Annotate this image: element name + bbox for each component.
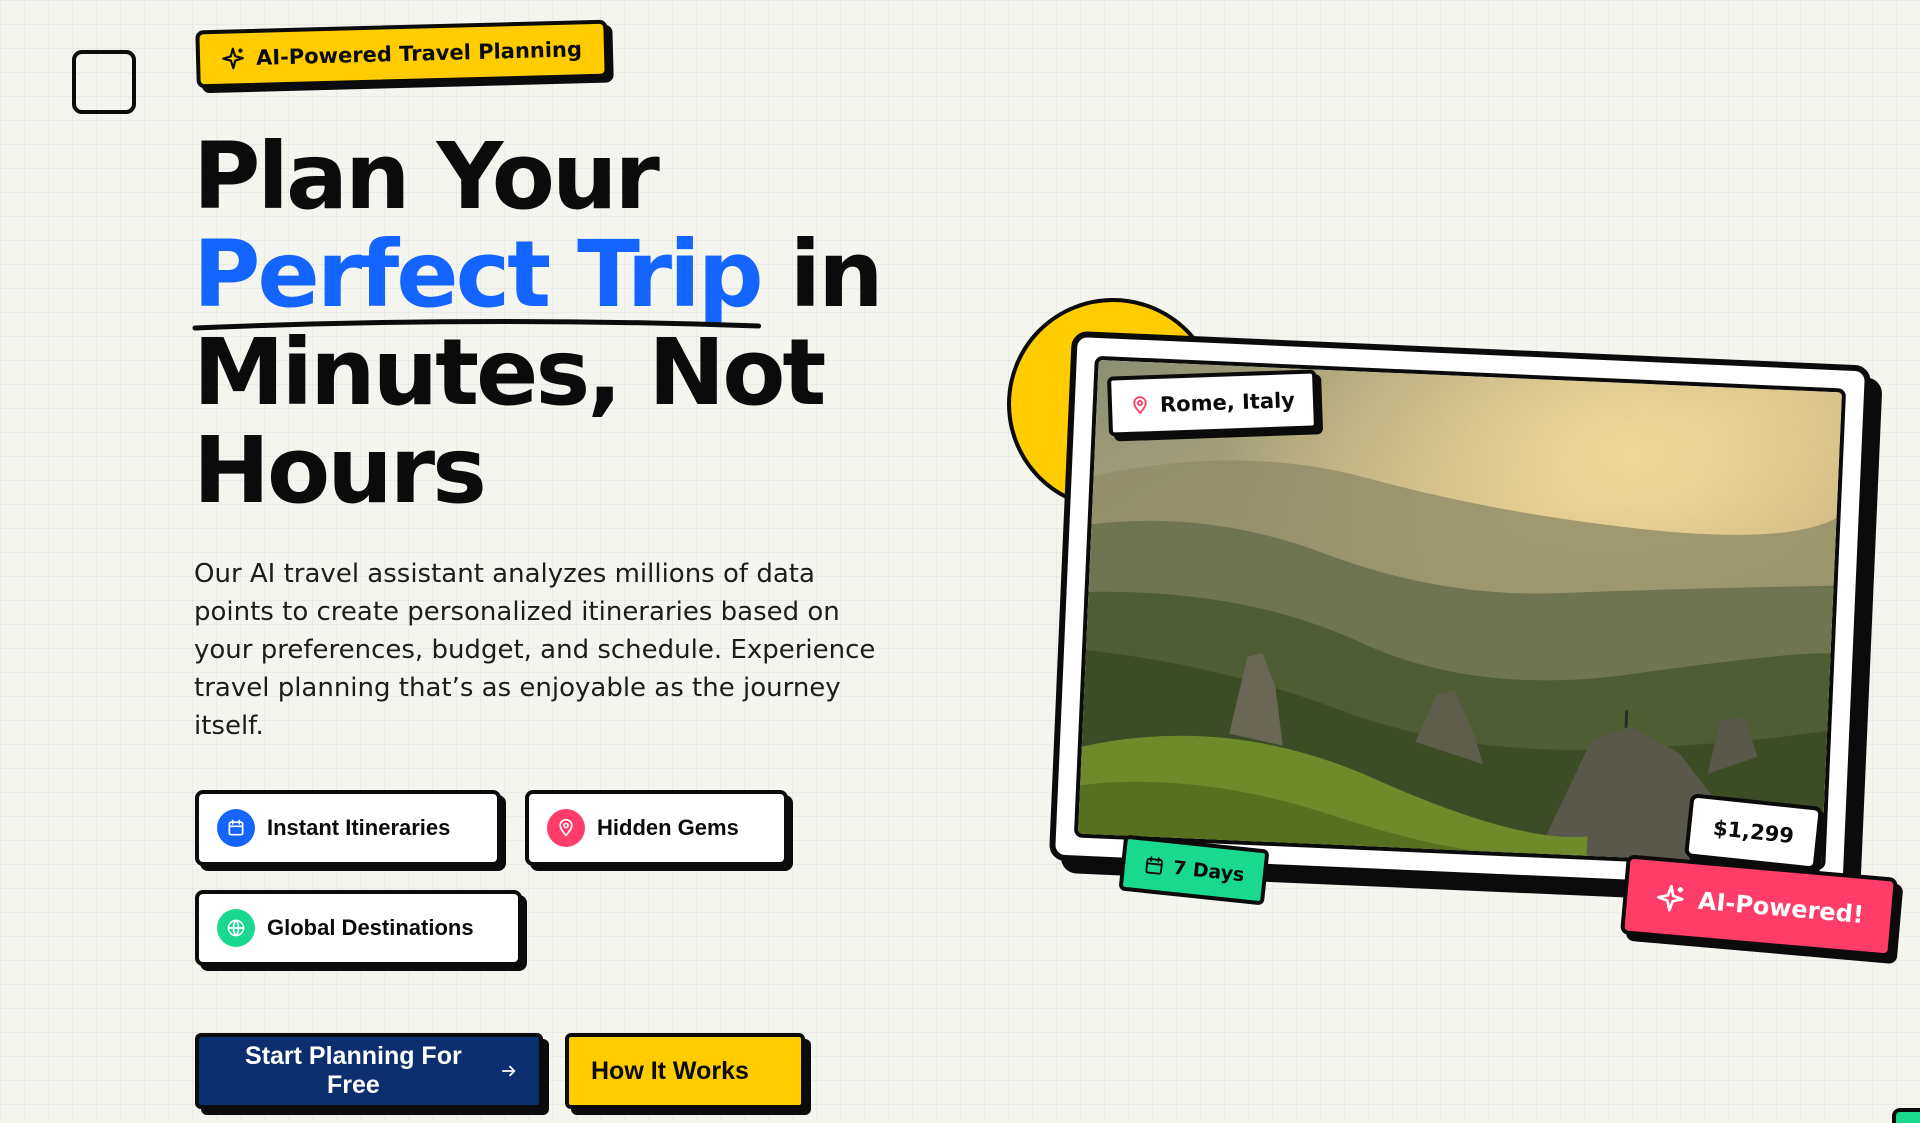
price-badge: $1,299 [1684, 793, 1824, 871]
price-label: $1,299 [1711, 815, 1796, 849]
location-badge: Rome, Italy [1107, 369, 1318, 437]
ai-powered-label: AI-Powered! [1696, 886, 1865, 930]
feature-instant-itineraries: Instant Itineraries [195, 790, 501, 866]
sparkle-icon [1656, 884, 1684, 912]
globe-icon [217, 909, 255, 947]
headline-accent: Perfect Trip [192, 226, 764, 331]
arrow-right-icon [501, 1065, 516, 1077]
calendar-icon [1145, 856, 1163, 875]
how-it-works-label: How It Works [591, 1056, 749, 1085]
feature-label: Hidden Gems [597, 815, 739, 840]
feature-global-destinations: Global Destinations [195, 890, 522, 966]
start-planning-button[interactable]: Start Planning For Free [195, 1033, 543, 1109]
tag-label: AI-Powered Travel Planning [255, 37, 583, 70]
how-it-works-button[interactable]: How It Works [565, 1033, 805, 1109]
start-planning-label: Start Planning For Free [245, 1042, 462, 1099]
ai-powered-badge: AI-Powered! [1620, 854, 1898, 958]
headline-underline [192, 318, 762, 331]
feature-label: Instant Itineraries [267, 815, 451, 840]
duration-label: 7 Days [1171, 856, 1246, 887]
decorative-square [72, 50, 136, 114]
sparkle-icon [222, 47, 244, 70]
ai-travel-tag: AI-Powered Travel Planning [195, 19, 609, 89]
location-label: Rome, Italy [1159, 388, 1296, 417]
map-pin-icon [547, 809, 585, 847]
headline-after-accent: in [760, 221, 884, 328]
headline-accent-text: Perfect Trip [193, 221, 764, 328]
map-pin-icon [1133, 396, 1147, 415]
hero-headline: Plan Your Perfect Trip in Minutes, Not H… [192, 128, 884, 520]
headline-line-1: Plan Your [193, 123, 660, 230]
calendar-icon [217, 809, 255, 847]
feature-label: Global Destinations [267, 915, 474, 940]
headline-line-4: Hours [193, 417, 487, 524]
corner-decoration [1892, 1108, 1920, 1123]
hero-description: Our AI travel assistant analyzes million… [194, 559, 876, 741]
feature-hidden-gems: Hidden Gems [525, 790, 788, 866]
